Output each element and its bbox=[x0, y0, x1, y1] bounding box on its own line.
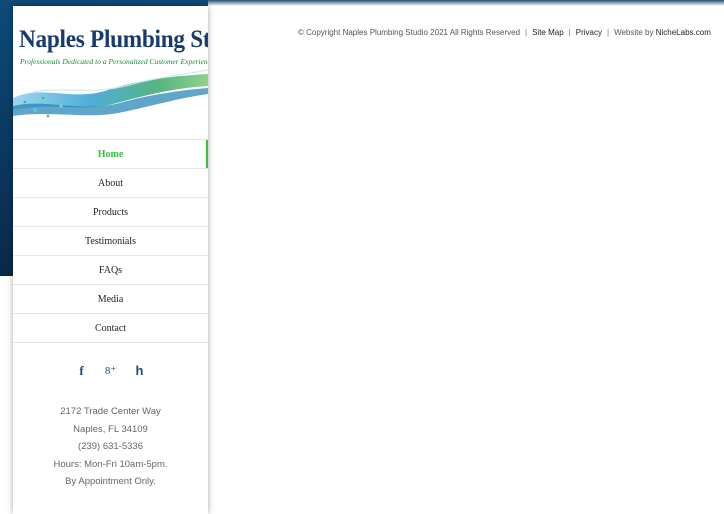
nav-item-home[interactable]: Home bbox=[13, 139, 208, 168]
nav-item-label: About bbox=[98, 177, 123, 189]
footer-separator: | bbox=[606, 28, 610, 37]
footer-separator: | bbox=[568, 28, 571, 37]
nav-item-about[interactable]: About bbox=[13, 168, 208, 197]
nav-item-products[interactable]: Products bbox=[13, 197, 208, 226]
phone-number[interactable]: (239) 631-5336 bbox=[13, 438, 208, 456]
site-logo[interactable]: Naples Plumbing Studio Professionals Ded… bbox=[13, 6, 208, 139]
nav-item-label: Products bbox=[93, 206, 128, 218]
nav-item-label: Media bbox=[97, 293, 124, 305]
nav-item-label: FAQs bbox=[98, 264, 123, 276]
nav-item-contact[interactable]: Contact bbox=[13, 313, 208, 343]
nav-item-testimonials[interactable]: Testimonials bbox=[13, 226, 208, 255]
nav-item-label: Contact bbox=[94, 322, 127, 334]
brand-title: Naples Plumbing Studio bbox=[19, 26, 208, 53]
copyright-text: © Copyright Naples Plumbing Studio 2021 … bbox=[298, 28, 521, 37]
website-by-text: Website by bbox=[614, 28, 656, 37]
nichelabs-link[interactable]: NicheLabs.com bbox=[656, 28, 711, 37]
main-content-top-edge bbox=[208, 0, 724, 6]
contact-address-block: 2172 Trade Center Way Naples, FL 34109 (… bbox=[13, 403, 208, 491]
privacy-link[interactable]: Privacy bbox=[576, 28, 602, 37]
nav-item-label: Home bbox=[97, 148, 124, 160]
footer-bar: © Copyright Naples Plumbing Studio 2021 … bbox=[298, 28, 711, 37]
brand-tagline: Professionals Dedicated to a Personalize… bbox=[20, 57, 208, 66]
houzz-icon[interactable]: h bbox=[133, 363, 146, 378]
nav-item-label: Testimonials bbox=[85, 235, 136, 247]
address-city: Naples, FL 34109 bbox=[73, 423, 148, 435]
main-navigation: Home About Products Testimonials FAQs Me… bbox=[13, 139, 208, 343]
main-content-area bbox=[208, 0, 724, 276]
google-plus-icon[interactable]: 8⁺ bbox=[104, 364, 117, 377]
facebook-icon[interactable]: f bbox=[75, 363, 88, 378]
nav-item-media[interactable]: Media bbox=[13, 284, 208, 313]
footer-separator: | bbox=[525, 28, 528, 37]
appointment-note: By Appointment Only. bbox=[65, 476, 156, 487]
address-street: 2172 Trade Center Way bbox=[60, 406, 161, 417]
page: © Copyright Naples Plumbing Studio 2021 … bbox=[0, 0, 724, 514]
nav-item-faqs[interactable]: FAQs bbox=[13, 255, 208, 284]
sidebar: Naples Plumbing Studio Professionals Ded… bbox=[13, 6, 208, 514]
social-links: f 8⁺ h bbox=[13, 363, 208, 379]
site-map-link[interactable]: Site Map bbox=[532, 28, 564, 37]
business-hours: Hours: Mon-Fri 10am-5pm. bbox=[53, 458, 168, 470]
